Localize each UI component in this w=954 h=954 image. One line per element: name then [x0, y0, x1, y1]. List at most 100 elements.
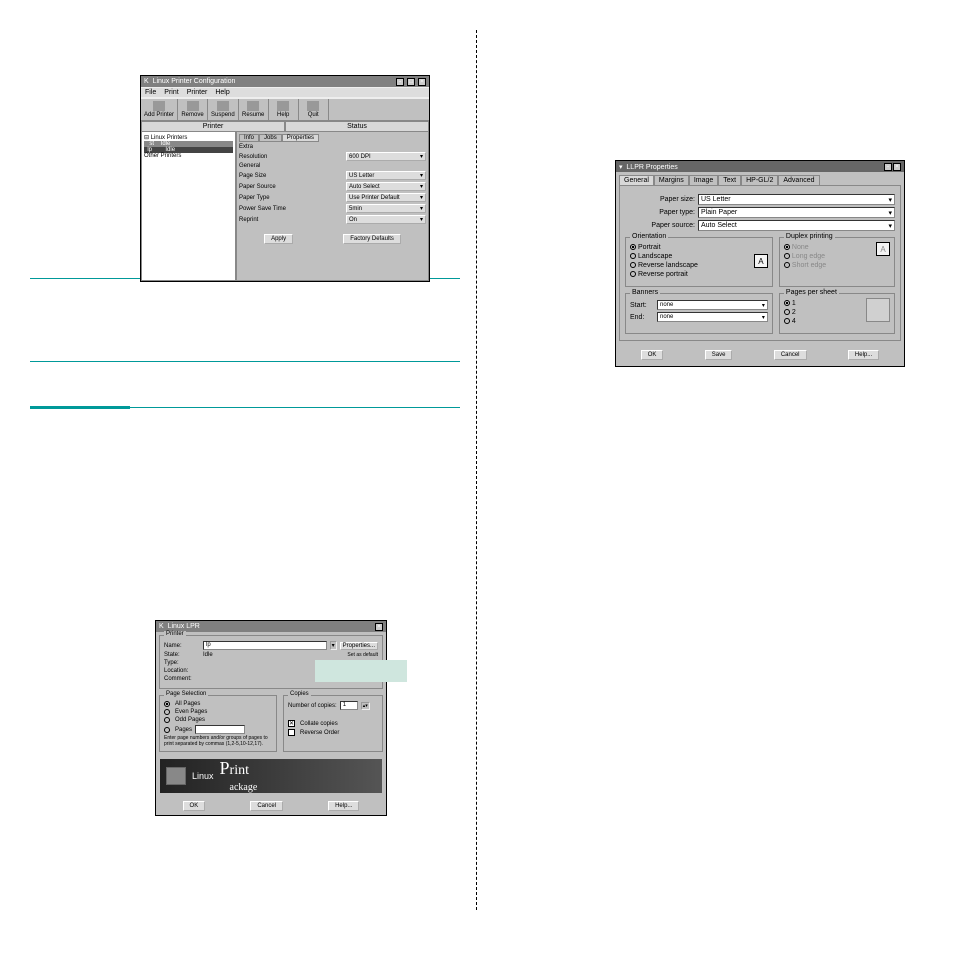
tab-margins[interactable]: Margins [654, 175, 689, 185]
pps-1-label: 1 [792, 300, 796, 307]
general-label: General [239, 163, 426, 169]
save-button[interactable]: Save [705, 350, 733, 360]
factory-defaults-button[interactable]: Factory Defaults [343, 234, 401, 244]
teal-thick-rule [30, 406, 130, 409]
chevron-down-icon: ▾ [420, 216, 423, 223]
reprint-label: Reprint [239, 217, 258, 223]
numcopies-input[interactable]: 1 [340, 701, 358, 710]
collate-checkbox[interactable]: ✕ [288, 720, 295, 727]
help-button[interactable]: Help... [848, 350, 879, 360]
tb-help[interactable]: Help [269, 99, 299, 120]
tab-jobs[interactable]: Jobs [259, 134, 282, 142]
powersave-combo[interactable]: 5min▾ [346, 204, 426, 213]
landscape-radio[interactable] [630, 253, 636, 259]
tab-info[interactable]: Info [239, 134, 259, 142]
page-selection-group: Page Selection All Pages Even Pages Odd … [159, 695, 277, 752]
papertype-combo[interactable]: Use Printer Default▾ [346, 193, 426, 202]
pps-2-radio[interactable] [784, 309, 790, 315]
linux-print-banner: Linux PPrintrintackage [160, 759, 382, 793]
odd-pages-radio[interactable] [164, 717, 170, 723]
apply-button[interactable]: Apply [264, 234, 293, 244]
extra-label: Extra [239, 144, 426, 150]
pages-input[interactable] [195, 725, 245, 734]
tb-resume[interactable]: Resume [239, 99, 269, 120]
ok-button[interactable]: OK [641, 350, 664, 360]
duplex-none-label: None [792, 244, 809, 251]
even-pages-radio[interactable] [164, 709, 170, 715]
tab-text[interactable]: Text [718, 175, 741, 185]
resume-icon [247, 101, 259, 111]
banners-end-select[interactable]: none▾ [657, 312, 768, 322]
chevron-down-icon[interactable]: ▾ [330, 641, 337, 650]
ok-button[interactable]: OK [183, 801, 206, 811]
printer-name-combo[interactable]: lp [203, 641, 327, 650]
papersource-combo[interactable]: Auto Select▾ [346, 182, 426, 191]
rev-landscape-radio[interactable] [630, 262, 636, 268]
banners-start-select[interactable]: none▾ [657, 300, 768, 310]
portrait-label: Portrait [638, 244, 661, 251]
tab-hpgl2[interactable]: HP-GL/2 [741, 175, 778, 185]
pps-1-radio[interactable] [784, 300, 790, 306]
tab-general[interactable]: General [619, 175, 654, 185]
location-label: Location: [164, 668, 200, 674]
chevron-down-icon: ▾ [762, 302, 765, 309]
type-label: Type: [164, 660, 200, 666]
set-default-label[interactable]: Set as default [347, 652, 378, 658]
minimize-icon[interactable]: - [884, 163, 892, 171]
close-icon[interactable]: × [375, 623, 383, 631]
tab-image[interactable]: Image [689, 175, 718, 185]
tab-printer[interactable]: Printer [141, 121, 285, 131]
comment-label: Comment: [164, 676, 200, 682]
copies-group: Copies Number of copies:1▴▾ ✕Collate cop… [283, 695, 383, 752]
win1-toolbar: Add Printer Remove Suspend Resume Help Q… [141, 98, 429, 121]
reverse-label: Reverse Order [300, 730, 339, 736]
win2-titlebar[interactable]: K Linux LPR × [156, 621, 386, 632]
tb-suspend[interactable]: Suspend [208, 99, 239, 120]
help-button[interactable]: Help... [328, 801, 359, 811]
minimize-icon[interactable]: - [396, 78, 404, 86]
pagesize-label: Page Size [239, 173, 266, 179]
printer-tree[interactable]: ⊟ Linux Printers st Idle lp Idle Other P… [141, 131, 236, 281]
menu-printer[interactable]: Printer [187, 89, 208, 96]
duplex-long-label: Long edge [792, 253, 825, 260]
papersource3-select[interactable]: Auto Select▾ [698, 220, 895, 231]
win1-titlebar[interactable]: K Linux Printer Configuration - □ × [141, 76, 429, 87]
pages-hint: Enter page numbers and/or groups of page… [164, 736, 272, 747]
close-icon[interactable]: × [418, 78, 426, 86]
portrait-radio[interactable] [630, 244, 636, 250]
tab-status[interactable]: Status [285, 121, 429, 131]
pps-preview-icon [866, 298, 890, 322]
reprint-combo[interactable]: On▾ [346, 215, 426, 224]
chevron-down-icon: ▾ [420, 172, 423, 179]
duplex-short-radio [784, 262, 790, 268]
reverse-checkbox[interactable] [288, 729, 295, 736]
chevron-down-icon: ▾ [888, 209, 892, 217]
spinner-icon[interactable]: ▴▾ [361, 702, 370, 710]
properties-box: Info Jobs Properties Extra Resolution 60… [236, 131, 429, 281]
papertype3-select[interactable]: Plain Paper▾ [698, 207, 895, 218]
pagesize-combo[interactable]: US Letter▾ [346, 171, 426, 180]
tab-properties[interactable]: Properties [282, 134, 319, 142]
tree-root[interactable]: ⊟ Linux Printers [144, 134, 233, 141]
resolution-combo[interactable]: 600 DPI▾ [346, 152, 426, 161]
close-icon[interactable]: × [893, 163, 901, 171]
tb-quit[interactable]: Quit [299, 99, 329, 120]
menu-help[interactable]: Help [215, 89, 229, 96]
tree-other[interactable]: Other Printers [144, 153, 233, 159]
cancel-button[interactable]: Cancel [250, 801, 283, 811]
tb-add-printer[interactable]: Add Printer [141, 99, 178, 120]
pps-4-radio[interactable] [784, 318, 790, 324]
rev-portrait-radio[interactable] [630, 271, 636, 277]
cancel-button[interactable]: Cancel [774, 350, 807, 360]
teal-rule-3 [130, 407, 460, 408]
properties-button[interactable]: Properties... [340, 642, 378, 650]
menu-print[interactable]: Print [164, 89, 178, 96]
maximize-icon[interactable]: □ [407, 78, 415, 86]
papersize3-select[interactable]: US Letter▾ [698, 194, 895, 205]
all-pages-radio[interactable] [164, 701, 170, 707]
menu-file[interactable]: File [145, 89, 156, 96]
tab-advanced[interactable]: Advanced [778, 175, 819, 185]
win3-titlebar[interactable]: ▾ LLPR Properties -× [616, 161, 904, 172]
tb-remove[interactable]: Remove [178, 99, 208, 120]
pages-radio[interactable] [164, 727, 170, 733]
